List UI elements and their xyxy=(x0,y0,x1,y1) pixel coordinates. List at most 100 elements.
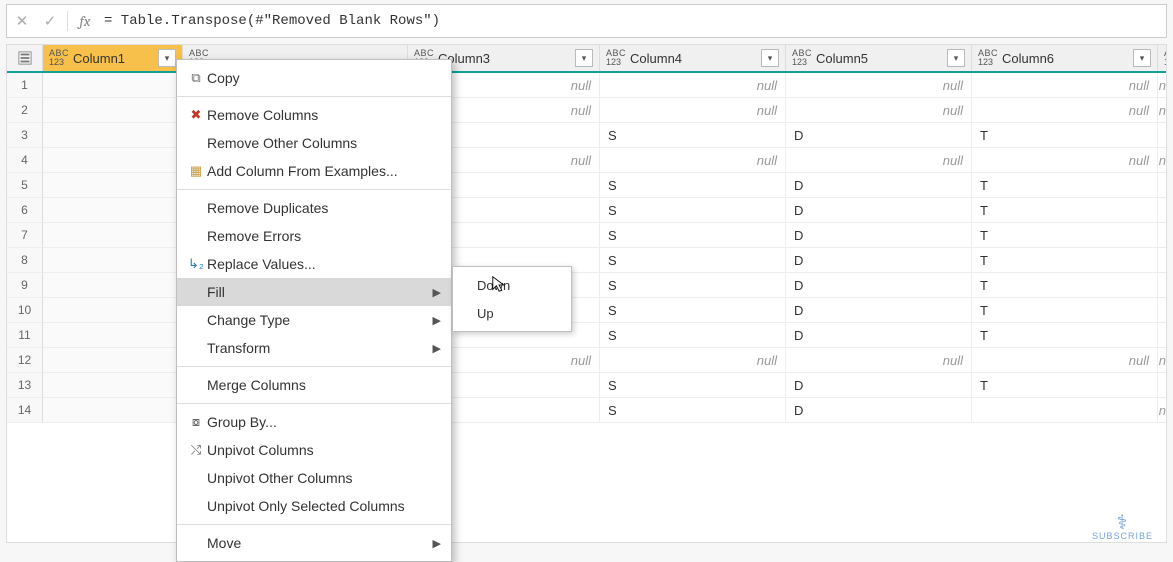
cell[interactable]: D xyxy=(786,273,972,298)
cell[interactable] xyxy=(43,273,183,298)
cell[interactable]: D xyxy=(786,198,972,223)
menu-item-unpivot-columns[interactable]: ⤭ Unpivot Columns xyxy=(177,436,451,464)
cell[interactable]: null xyxy=(972,148,1158,173)
select-all-corner[interactable] xyxy=(7,45,43,71)
cell[interactable]: S xyxy=(600,298,786,323)
cell[interactable] xyxy=(43,248,183,273)
filter-dropdown-icon[interactable] xyxy=(1133,49,1151,67)
cancel-icon[interactable]: ✕ xyxy=(11,10,33,32)
commit-icon[interactable]: ✓ xyxy=(39,10,61,32)
row-header[interactable]: 1 xyxy=(7,73,43,98)
cell[interactable] xyxy=(43,373,183,398)
cell[interactable] xyxy=(1158,223,1167,248)
cell[interactable]: T xyxy=(972,223,1158,248)
cell[interactable]: null xyxy=(1158,348,1167,373)
row-header[interactable]: 14 xyxy=(7,398,43,423)
column-header-column6[interactable]: ABC123 Column6 xyxy=(972,45,1158,71)
cell[interactable]: D xyxy=(786,248,972,273)
cell[interactable]: null xyxy=(972,98,1158,123)
cell[interactable]: null xyxy=(600,73,786,98)
cell[interactable]: T xyxy=(1158,123,1167,148)
cell[interactable]: S xyxy=(600,273,786,298)
cell[interactable] xyxy=(43,398,183,423)
menu-item-add-column-examples[interactable]: ▦ Add Column From Examples... xyxy=(177,157,451,185)
row-header[interactable]: 9 xyxy=(7,273,43,298)
cell[interactable]: null xyxy=(600,148,786,173)
cell[interactable] xyxy=(1158,373,1167,398)
menu-item-fill[interactable]: Fill ▶ xyxy=(177,278,451,306)
cell[interactable]: S xyxy=(600,173,786,198)
menu-item-change-type[interactable]: Change Type ▶ xyxy=(177,306,451,334)
row-header[interactable]: 7 xyxy=(7,223,43,248)
cell[interactable] xyxy=(1158,248,1167,273)
column-header-partial[interactable]: ABC123 xyxy=(1158,45,1167,71)
cell[interactable]: null xyxy=(1158,98,1167,123)
cell[interactable]: D xyxy=(786,223,972,248)
cell[interactable]: S xyxy=(600,198,786,223)
menu-item-replace-values[interactable]: ↳₂ Replace Values... xyxy=(177,250,451,278)
cell[interactable]: null xyxy=(600,348,786,373)
row-header[interactable]: 3 xyxy=(7,123,43,148)
formula-input[interactable] xyxy=(102,9,1162,33)
row-header[interactable]: 11 xyxy=(7,323,43,348)
cell[interactable]: null xyxy=(972,348,1158,373)
cell[interactable]: S xyxy=(600,123,786,148)
cell[interactable] xyxy=(43,298,183,323)
cell[interactable] xyxy=(43,173,183,198)
row-header[interactable]: 13 xyxy=(7,373,43,398)
cell[interactable]: D xyxy=(786,173,972,198)
cell[interactable]: S xyxy=(600,398,786,423)
row-header[interactable]: 5 xyxy=(7,173,43,198)
menu-item-unpivot-selected[interactable]: Unpivot Only Selected Columns xyxy=(177,492,451,520)
cell[interactable]: null xyxy=(786,73,972,98)
cell[interactable]: S xyxy=(600,323,786,348)
menu-item-move[interactable]: Move ▶ xyxy=(177,529,451,557)
filter-dropdown-icon[interactable] xyxy=(575,49,593,67)
cell[interactable]: null xyxy=(1158,398,1167,423)
cell[interactable] xyxy=(43,148,183,173)
cell[interactable] xyxy=(43,348,183,373)
menu-item-remove-errors[interactable]: Remove Errors xyxy=(177,222,451,250)
cell[interactable] xyxy=(1158,323,1167,348)
cell[interactable] xyxy=(43,73,183,98)
menu-item-merge-columns[interactable]: Merge Columns xyxy=(177,371,451,399)
cell[interactable] xyxy=(43,98,183,123)
cell[interactable]: null xyxy=(786,348,972,373)
cell[interactable]: null xyxy=(1158,148,1167,173)
cell[interactable] xyxy=(43,323,183,348)
cell[interactable] xyxy=(1158,298,1167,323)
cell[interactable]: null xyxy=(786,148,972,173)
cell[interactable]: T xyxy=(972,273,1158,298)
cell[interactable] xyxy=(1158,173,1167,198)
cell[interactable]: D xyxy=(786,398,972,423)
menu-item-remove-other-columns[interactable]: Remove Other Columns xyxy=(177,129,451,157)
menu-item-copy[interactable]: ⧉ Copy xyxy=(177,64,451,92)
menu-item-fill-down[interactable]: Down xyxy=(453,271,571,299)
column-header-column4[interactable]: ABC123 Column4 xyxy=(600,45,786,71)
cell[interactable]: S xyxy=(600,223,786,248)
cell[interactable] xyxy=(1158,273,1167,298)
cell[interactable]: T xyxy=(972,373,1158,398)
filter-dropdown-icon[interactable] xyxy=(947,49,965,67)
row-header[interactable]: 12 xyxy=(7,348,43,373)
row-header[interactable]: 6 xyxy=(7,198,43,223)
column-header-column5[interactable]: ABC123 Column5 xyxy=(786,45,972,71)
cell[interactable] xyxy=(972,398,1158,423)
cell[interactable]: T xyxy=(972,323,1158,348)
cell[interactable]: T xyxy=(972,298,1158,323)
row-header[interactable]: 2 xyxy=(7,98,43,123)
menu-item-remove-duplicates[interactable]: Remove Duplicates xyxy=(177,194,451,222)
cell[interactable]: null xyxy=(600,98,786,123)
cell[interactable] xyxy=(43,123,183,148)
cell[interactable] xyxy=(43,198,183,223)
cell[interactable]: null xyxy=(972,73,1158,98)
cell[interactable]: null xyxy=(1158,73,1167,98)
menu-item-fill-up[interactable]: Up xyxy=(453,299,571,327)
row-header[interactable]: 8 xyxy=(7,248,43,273)
cell[interactable]: D xyxy=(786,298,972,323)
cell[interactable]: S xyxy=(600,248,786,273)
menu-item-remove-columns[interactable]: ✖ Remove Columns xyxy=(177,101,451,129)
menu-item-transform[interactable]: Transform ▶ xyxy=(177,334,451,362)
cell[interactable]: T xyxy=(972,123,1158,148)
cell[interactable]: D xyxy=(786,323,972,348)
